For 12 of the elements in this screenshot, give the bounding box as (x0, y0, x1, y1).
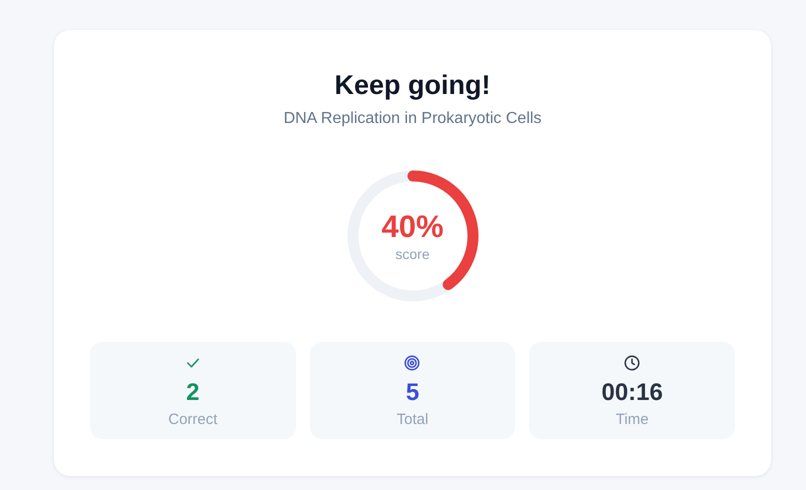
stat-label: Correct (168, 411, 218, 428)
stat-label: Total (396, 411, 428, 428)
stat-value: 2 (186, 378, 200, 408)
target-icon (403, 354, 422, 372)
clock-icon (623, 354, 642, 372)
stat-label: Time (616, 411, 649, 428)
score-label: score (395, 246, 430, 262)
result-title: Keep going! (334, 69, 490, 102)
stat-value: 5 (406, 378, 420, 408)
quiz-subtitle: DNA Replication in Prokaryotic Cells (284, 110, 542, 128)
stat-value: 00:16 (601, 378, 663, 408)
score-percent: 40% (381, 210, 444, 244)
